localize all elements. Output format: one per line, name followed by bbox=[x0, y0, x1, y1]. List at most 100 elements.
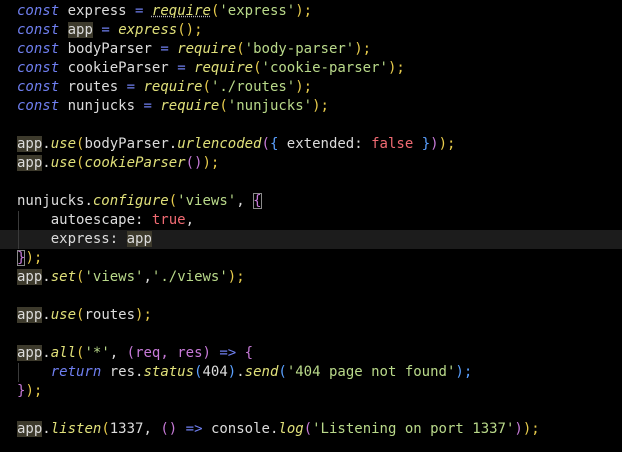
bracket: ( bbox=[253, 60, 262, 76]
keyword: const bbox=[17, 79, 60, 95]
keyword: const bbox=[17, 41, 60, 57]
code-line-12[interactable]: }); bbox=[17, 249, 42, 268]
function-name: use bbox=[50, 155, 77, 171]
bracket: ); bbox=[25, 383, 43, 399]
bracket: ( bbox=[303, 421, 313, 437]
string-literal: 'nunjucks' bbox=[227, 98, 313, 114]
code-line-17[interactable]: }); bbox=[17, 382, 42, 401]
code-line-7[interactable]: app.use(bodyParser.urlencoded({ extended… bbox=[17, 135, 455, 154]
punctuation: . bbox=[42, 136, 51, 152]
bracket: ); bbox=[135, 307, 152, 323]
function-name: require bbox=[177, 41, 237, 57]
function-name: require bbox=[160, 98, 220, 114]
bracket: } bbox=[421, 136, 431, 152]
keyword: return bbox=[50, 364, 102, 380]
bracket-match: { bbox=[253, 193, 262, 209]
code-line-3[interactable]: const bodyParser = require('body-parser'… bbox=[17, 40, 371, 59]
bracket: ); bbox=[438, 136, 456, 152]
arrow-operator: => bbox=[185, 421, 203, 437]
code-line-9[interactable]: nunjucks.configure('views', { bbox=[17, 192, 262, 211]
keyword: const bbox=[17, 98, 60, 114]
boolean-literal: true bbox=[151, 212, 186, 228]
code-line-11[interactable]: express: app bbox=[17, 230, 152, 249]
punctuation: , bbox=[109, 345, 119, 361]
string-literal: 'body-parser' bbox=[244, 41, 355, 57]
arrow-operator: => bbox=[219, 345, 237, 361]
punctuation: . bbox=[42, 269, 51, 285]
identifier: app bbox=[17, 307, 43, 323]
identifier: res bbox=[109, 364, 136, 380]
code-line-15[interactable]: app.all('*', (req, res) => { bbox=[17, 344, 253, 363]
code-line-16[interactable]: return res.status(404).send('404 page no… bbox=[17, 363, 473, 382]
punctuation: , bbox=[236, 193, 245, 209]
string-literal: 'cookie-parser' bbox=[261, 60, 388, 76]
punctuation: , bbox=[185, 212, 195, 228]
function-name: require bbox=[143, 79, 203, 95]
code-line-18[interactable]: app.listen(1337, () => console.log('List… bbox=[17, 420, 540, 439]
identifier: console bbox=[210, 421, 270, 437]
function-name: status bbox=[143, 364, 195, 380]
identifier: app bbox=[17, 421, 43, 437]
bracket: ); bbox=[455, 364, 473, 380]
code-line-10[interactable]: autoescape: true, bbox=[17, 211, 194, 230]
identifier: cookieParser bbox=[67, 60, 169, 76]
code-line-14[interactable]: app.use(routes); bbox=[17, 306, 152, 325]
function-name: all bbox=[50, 345, 77, 361]
identifier: express bbox=[67, 3, 127, 19]
function-name: listen bbox=[50, 421, 102, 437]
bracket: () bbox=[185, 155, 203, 171]
object-key: autoescape: bbox=[50, 212, 144, 228]
function-name: require bbox=[194, 60, 254, 76]
punctuation: . bbox=[168, 136, 178, 152]
bracket: ); bbox=[295, 79, 313, 95]
identifier: routes bbox=[67, 79, 119, 95]
bracket: ( bbox=[101, 421, 110, 437]
bracket: ); bbox=[25, 250, 43, 266]
function-name: send bbox=[244, 364, 279, 380]
string-literal: 'Listening on port 1337' bbox=[312, 421, 515, 437]
function-name: set bbox=[50, 269, 77, 285]
object-key: extended: bbox=[278, 136, 363, 152]
code-line-6[interactable]: const nunjucks = require('nunjucks'); bbox=[17, 97, 329, 116]
identifier: app bbox=[17, 345, 43, 361]
code-line-5[interactable]: const routes = require('./routes'); bbox=[17, 78, 312, 97]
code-line-1[interactable]: const express = require('express'); bbox=[17, 2, 312, 21]
operator: = bbox=[135, 3, 144, 19]
bracket: ( bbox=[278, 364, 287, 380]
bracket: ); bbox=[522, 421, 540, 437]
identifier: nunjucks bbox=[67, 98, 136, 114]
code-editor[interactable]: const express = require('express'); cons… bbox=[0, 0, 622, 452]
bracket: ( bbox=[236, 41, 245, 57]
string-literal: './views' bbox=[151, 269, 228, 285]
identifier: app bbox=[126, 231, 152, 247]
function-name: express bbox=[118, 22, 178, 38]
bracket: (); bbox=[177, 22, 203, 38]
boolean-literal: false bbox=[371, 136, 414, 152]
function-name: configure bbox=[92, 193, 169, 209]
identifier: app bbox=[17, 155, 43, 171]
string-literal: '*' bbox=[84, 345, 110, 361]
code-line-13[interactable]: app.set('views','./views'); bbox=[17, 268, 245, 287]
bracket: ); bbox=[312, 98, 329, 114]
string-literal: 'views' bbox=[177, 193, 237, 209]
bracket: ) bbox=[514, 421, 523, 437]
operator: = bbox=[160, 41, 169, 57]
punctuation: . bbox=[42, 307, 51, 323]
identifier: app bbox=[67, 22, 93, 38]
bracket: ); bbox=[227, 269, 245, 285]
code-line-8[interactable]: app.use(cookieParser()); bbox=[17, 154, 219, 173]
punctuation: . bbox=[42, 421, 51, 437]
punctuation: . bbox=[84, 193, 93, 209]
code-line-2[interactable]: const app = express(); bbox=[17, 21, 203, 40]
keyword: const bbox=[17, 60, 60, 76]
identifier: nunjucks bbox=[17, 193, 85, 209]
function-name: use bbox=[50, 136, 77, 152]
keyword: const bbox=[17, 3, 60, 19]
bracket: ( bbox=[168, 193, 178, 209]
operator: = bbox=[126, 79, 136, 95]
number-literal: 1337 bbox=[109, 421, 144, 437]
operator: = bbox=[143, 98, 152, 114]
punctuation: , bbox=[143, 269, 152, 285]
code-line-4[interactable]: const cookieParser = require('cookie-par… bbox=[17, 59, 405, 78]
bracket: ( bbox=[261, 136, 270, 152]
